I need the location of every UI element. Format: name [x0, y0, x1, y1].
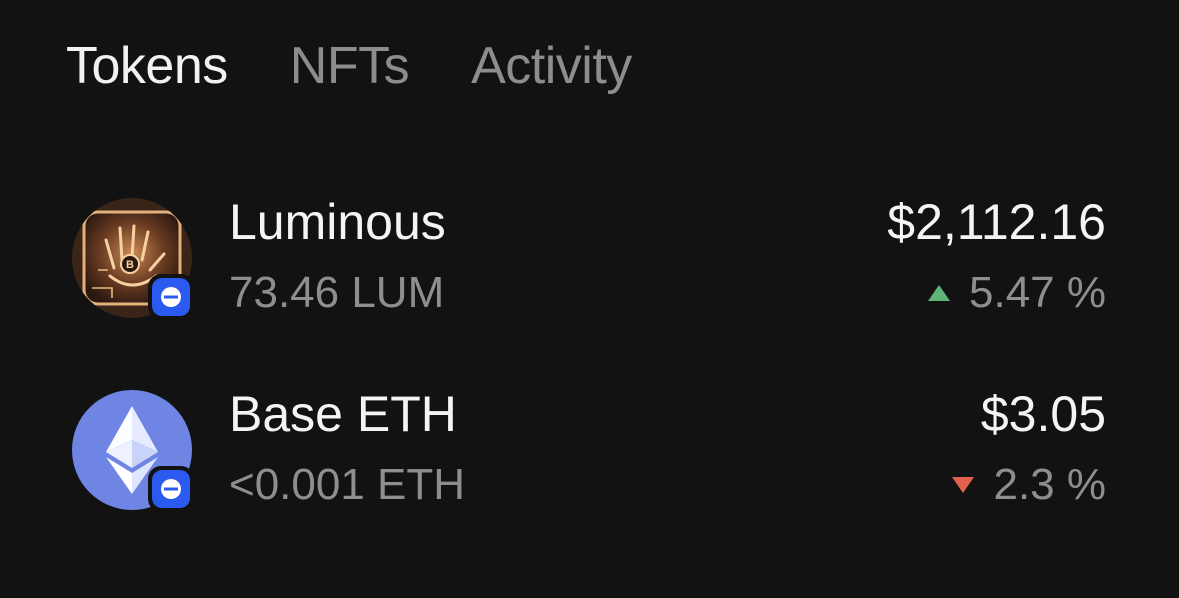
tab-activity[interactable]: Activity — [471, 36, 632, 96]
luminous-hand-icon: B — [72, 198, 194, 320]
token-amount: <0.001 ETH — [229, 460, 466, 509]
token-name: Base ETH — [229, 386, 457, 442]
token-name: Luminous — [229, 194, 446, 250]
base-network-icon — [152, 278, 190, 316]
triangle-up-icon — [928, 285, 951, 301]
ethereum-icon — [72, 390, 194, 512]
token-amount: 73.46 LUM — [229, 268, 445, 317]
svg-text:B: B — [126, 259, 134, 271]
base-network-icon — [152, 470, 190, 508]
network-badge — [148, 466, 194, 512]
asset-tabs: Tokens NFTs Activity — [66, 36, 632, 96]
token-row-base-eth[interactable]: Base ETH <0.001 ETH $3.05 2.3 % — [72, 386, 1106, 512]
change-percent: 5.47 % — [969, 268, 1106, 317]
token-row-luminous[interactable]: B Luminous 73.46 LUM $2,112.16 5.47 % — [72, 194, 1106, 320]
token-value: $3.05 — [980, 386, 1106, 442]
token-change: 2.3 % — [951, 460, 1106, 510]
network-badge — [148, 274, 194, 320]
tab-tokens[interactable]: Tokens — [66, 36, 228, 96]
tab-nfts[interactable]: NFTs — [290, 36, 410, 96]
change-percent: 2.3 % — [993, 460, 1106, 509]
token-value: $2,112.16 — [887, 194, 1106, 250]
triangle-down-icon — [952, 477, 975, 493]
token-change: 5.47 % — [927, 268, 1106, 318]
